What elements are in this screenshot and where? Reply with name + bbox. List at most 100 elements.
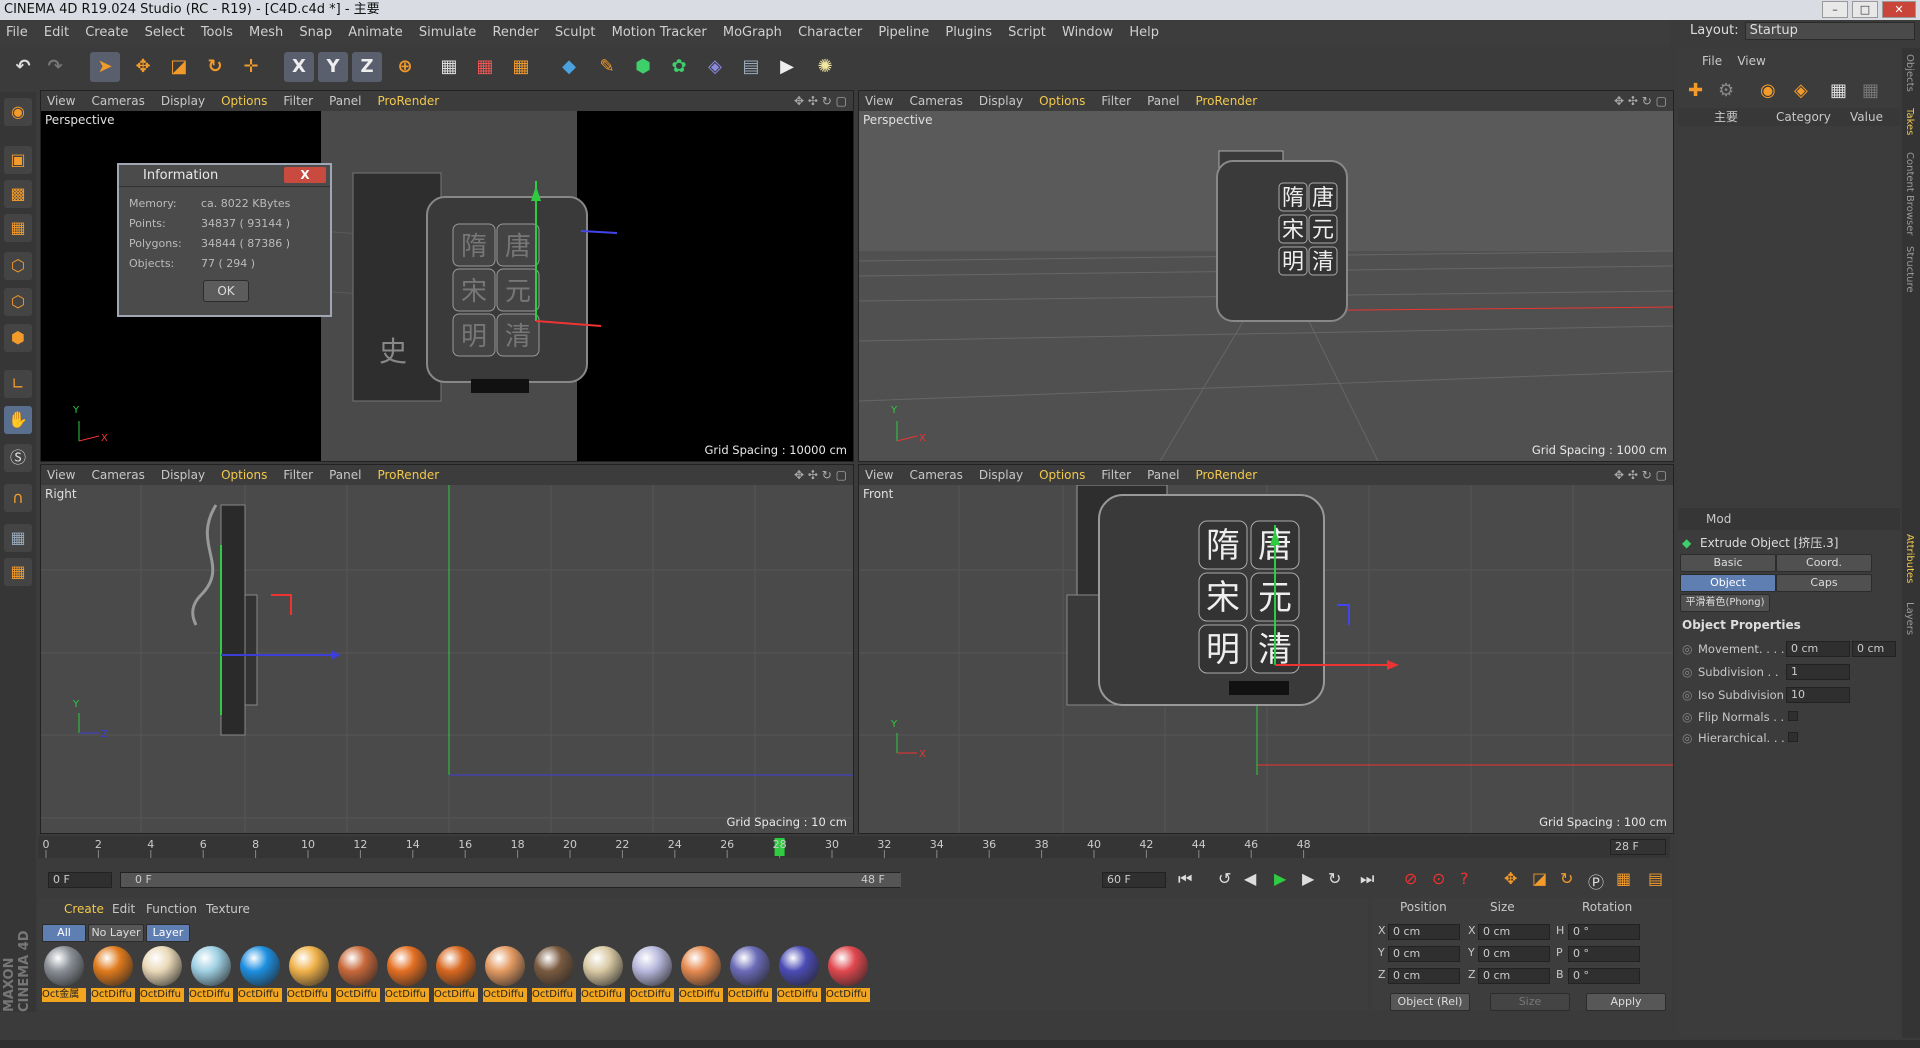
attr-mode-menu[interactable]: Mod bbox=[1706, 512, 1731, 526]
subdivision-field[interactable]: 1 bbox=[1786, 664, 1850, 680]
attr-tab-object[interactable]: Object bbox=[1680, 574, 1776, 592]
radio-icon[interactable]: ◎ bbox=[1682, 731, 1692, 745]
dialog-close-button[interactable]: X bbox=[284, 167, 326, 183]
menu-animate[interactable]: Animate bbox=[342, 21, 408, 45]
light-button[interactable]: ✺ bbox=[810, 52, 840, 82]
scale-tool[interactable]: ◪ bbox=[164, 52, 194, 82]
menu-edit[interactable]: Edit bbox=[38, 21, 75, 45]
recent-tool[interactable]: ✛ bbox=[236, 52, 266, 82]
material-thumbnail[interactable]: OctDiffu bbox=[630, 944, 674, 1004]
axis-mode-button[interactable]: ∟ bbox=[4, 370, 32, 398]
coord-rotation-field[interactable]: 0 ° bbox=[1568, 924, 1640, 940]
render-view-button[interactable]: ▦ bbox=[434, 52, 464, 82]
coord-position-field[interactable]: 0 cm bbox=[1388, 968, 1460, 984]
key-pla-icon[interactable]: ▦ bbox=[1616, 869, 1631, 888]
viewport-menu-prorender[interactable]: ProRender bbox=[377, 468, 439, 482]
material-thumbnail[interactable]: OctDiffu bbox=[91, 944, 135, 1004]
x-axis-lock[interactable]: X bbox=[284, 52, 314, 82]
viewport-menu-display[interactable]: Display bbox=[161, 94, 205, 108]
points-mode-button[interactable]: ⬡ bbox=[4, 252, 32, 280]
settings-icon[interactable]: ▦ bbox=[1862, 80, 1879, 101]
radio-icon[interactable]: ◎ bbox=[1682, 642, 1692, 656]
maximize-button[interactable]: □ bbox=[1852, 1, 1878, 18]
tweak-mode-button[interactable]: ✋ bbox=[4, 406, 32, 434]
viewport-nav-icons[interactable]: ✥ ✣ ↻ ▢ bbox=[794, 468, 847, 482]
side-tab-content-browser[interactable]: Content Browser bbox=[1904, 152, 1915, 235]
mat-menu-texture[interactable]: Texture bbox=[206, 898, 250, 920]
viewport-menu-panel[interactable]: Panel bbox=[1147, 468, 1179, 482]
radio-icon[interactable]: ◎ bbox=[1682, 710, 1692, 724]
mat-menu-edit[interactable]: Edit bbox=[112, 898, 135, 920]
workplane-lock-button[interactable]: ▦ bbox=[4, 524, 32, 552]
filter-no-layer[interactable]: No Layer bbox=[88, 924, 144, 942]
viewport-menu-options[interactable]: Options bbox=[221, 94, 267, 108]
radio-icon[interactable]: ◎ bbox=[1682, 665, 1692, 679]
viewport-menu-cameras[interactable]: Cameras bbox=[91, 94, 144, 108]
redo-button[interactable]: ↷ bbox=[40, 52, 70, 82]
viewport-menu-options[interactable]: Options bbox=[221, 468, 267, 482]
next-frame-icon[interactable]: ▶ bbox=[1302, 869, 1314, 888]
material-thumbnail[interactable]: OctDiffu bbox=[777, 944, 821, 1004]
menu-sculpt[interactable]: Sculpt bbox=[549, 21, 602, 45]
material-thumbnail[interactable]: OctDiffu bbox=[532, 944, 576, 1004]
side-tab-layers[interactable]: Layers bbox=[1904, 602, 1915, 635]
iso-subdivision-field[interactable]: 10 bbox=[1786, 687, 1850, 703]
coord-rotation-field[interactable]: 0 ° bbox=[1568, 946, 1640, 962]
menu-character[interactable]: Character bbox=[792, 21, 868, 45]
timeline-ruler[interactable]: 0 2 4 6 8 10 12 14 16 18 20 22 24 26 28 30 32 34 36 38 40 42 4… bbox=[38, 836, 1670, 858]
viewport-menu-filter[interactable]: Filter bbox=[283, 94, 313, 108]
side-tab-takes[interactable]: Takes bbox=[1904, 108, 1915, 135]
make-editable-button[interactable]: ◉ bbox=[4, 98, 32, 126]
z-axis-lock[interactable]: Z bbox=[352, 52, 382, 82]
dialog-ok-button[interactable]: OK bbox=[203, 280, 249, 302]
coordinate-system-button[interactable]: ⊕ bbox=[390, 52, 420, 82]
key-scale-icon[interactable]: ◪ bbox=[1532, 869, 1547, 888]
material-thumbnail[interactable]: OctDiffu bbox=[483, 944, 527, 1004]
frame-range-slider[interactable]: 0 F 48 F bbox=[120, 872, 901, 888]
material-thumbnail[interactable]: OctDiffu bbox=[826, 944, 870, 1004]
model-mode-button[interactable]: ▣ bbox=[4, 146, 32, 174]
viewport-menu-panel[interactable]: Panel bbox=[1147, 94, 1179, 108]
menu-create[interactable]: Create bbox=[79, 21, 134, 45]
floor-button[interactable]: ▤ bbox=[736, 52, 766, 82]
prev-frame-icon[interactable]: ◀ bbox=[1244, 869, 1256, 888]
material-thumbnail[interactable]: Oct金属 bbox=[42, 944, 86, 1004]
viewport-menu-display[interactable]: Display bbox=[979, 94, 1023, 108]
cloner-button[interactable]: ✿ bbox=[664, 52, 694, 82]
minimize-button[interactable]: – bbox=[1822, 1, 1848, 18]
coord-mode-dropdown[interactable]: Object (Rel) bbox=[1390, 993, 1470, 1011]
layout-dropdown[interactable]: Startup bbox=[1744, 22, 1915, 40]
menu-motion-tracker[interactable]: Motion Tracker bbox=[606, 21, 713, 45]
autokey-icon[interactable]: ⊙ bbox=[1432, 869, 1445, 888]
timeline-icon[interactable]: ▤ bbox=[1648, 869, 1663, 888]
prev-key-icon[interactable]: ↺ bbox=[1218, 869, 1231, 888]
camera-button[interactable]: ▶ bbox=[772, 52, 802, 82]
layer-icon[interactable]: ◈ bbox=[1794, 80, 1808, 101]
subdivision-button[interactable]: ⬢ bbox=[628, 52, 658, 82]
flip-normals-checkbox[interactable] bbox=[1788, 711, 1798, 721]
material-thumbnail[interactable]: OctDiffu bbox=[385, 944, 429, 1004]
deformer-button[interactable]: ◈ bbox=[700, 52, 730, 82]
material-thumbnail[interactable]: OctDiffu bbox=[434, 944, 478, 1004]
menu-mesh[interactable]: Mesh bbox=[243, 21, 289, 45]
side-tab-objects[interactable]: Objects bbox=[1904, 54, 1915, 92]
movement-y-field[interactable]: 0 cm bbox=[1852, 641, 1896, 657]
menu-select[interactable]: Select bbox=[139, 21, 191, 45]
key-param-icon[interactable]: Ⓟ bbox=[1588, 869, 1604, 893]
movement-x-field[interactable]: 0 cm bbox=[1786, 641, 1850, 657]
material-thumbnail[interactable]: OctDiffu bbox=[728, 944, 772, 1004]
rotate-tool[interactable]: ↻ bbox=[200, 52, 230, 82]
om-menu-view[interactable]: View bbox=[1737, 54, 1765, 68]
viewport-menu-options[interactable]: Options bbox=[1039, 468, 1085, 482]
magnet-button[interactable]: ∩ bbox=[4, 484, 32, 512]
hierarchical-checkbox[interactable] bbox=[1788, 732, 1798, 742]
menu-tools[interactable]: Tools bbox=[195, 21, 239, 45]
viewport-menu-view[interactable]: View bbox=[47, 94, 75, 108]
menu-mograph[interactable]: MoGraph bbox=[717, 21, 788, 45]
viewport-nav-icons[interactable]: ✥ ✣ ↻ ▢ bbox=[1614, 94, 1667, 108]
coord-size-field[interactable]: 0 cm bbox=[1478, 946, 1550, 962]
attr-tab-coord[interactable]: Coord. bbox=[1776, 554, 1872, 572]
menu-script[interactable]: Script bbox=[1002, 21, 1052, 45]
filter-icon[interactable]: ▦ bbox=[1830, 80, 1847, 101]
cube-button[interactable]: ◆ bbox=[554, 52, 584, 82]
